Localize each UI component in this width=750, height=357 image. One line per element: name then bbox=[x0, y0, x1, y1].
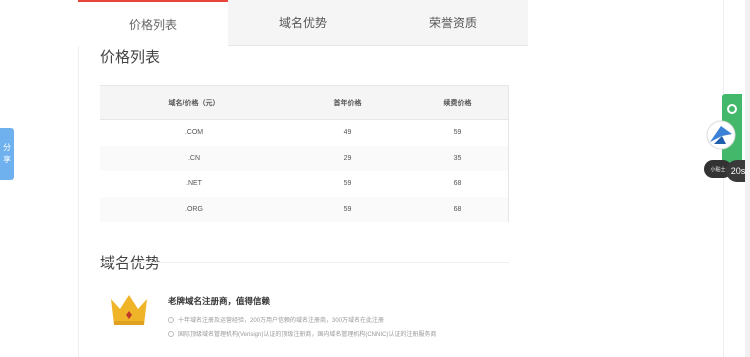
table-header-row: 域名/价格（元） 首年价格 续费价格 bbox=[100, 85, 509, 120]
share-label: 分 bbox=[3, 143, 11, 152]
bird-mascot-icon[interactable] bbox=[704, 120, 738, 150]
table-cell: 59 bbox=[288, 196, 407, 222]
table-row: .CN 29 35 bbox=[100, 145, 509, 171]
column-header: 续费价格 bbox=[407, 85, 509, 120]
table-cell: 59 bbox=[407, 119, 509, 146]
scrollbar[interactable] bbox=[745, 0, 750, 357]
bullet-icon bbox=[168, 317, 174, 324]
table-row: .COM 49 59 bbox=[100, 119, 509, 146]
advantage-heading: 老牌域名注册商，值得信赖 bbox=[168, 296, 271, 306]
table-cell: .CN bbox=[100, 145, 288, 171]
table-cell: 59 bbox=[343, 180, 352, 188]
table-cell: .ORG bbox=[100, 196, 288, 222]
crown-icon bbox=[111, 295, 147, 325]
price-table: 域名/价格（元） 首年价格 续费价格 .COM 49 59 .CN 29 35 … bbox=[100, 85, 509, 222]
advantage-point-text: 国际顶级域名管理机构(Verisign)认证的顶级注册商，国内域名管理机构(CN… bbox=[178, 332, 437, 338]
table-cell: .COM bbox=[184, 129, 204, 137]
column-header: 首年价格 bbox=[288, 85, 407, 120]
advantage-point: 国际顶级域名管理机构(Verisign)认证的顶级注册商，国内域名管理机构(CN… bbox=[168, 329, 436, 338]
share-button[interactable]: 分 享 bbox=[0, 128, 14, 180]
advantage-point: 十年域名注册及运营经验，200万用户信赖的域名注册商，300万域名在此注册 bbox=[168, 315, 384, 324]
section-divider bbox=[100, 262, 509, 263]
table-cell: 35 bbox=[407, 145, 509, 171]
advantage-point-text: 十年域名注册及运营经验，200万用户信赖的域名注册商，300万域名在此注册 bbox=[178, 318, 385, 324]
tab-price-list[interactable]: 价格列表 bbox=[78, 0, 228, 46]
column-header: 域名/价格（元） bbox=[100, 85, 288, 120]
headset-icon bbox=[727, 104, 737, 114]
bullet-icon bbox=[168, 331, 174, 338]
table-cell: 68 bbox=[407, 196, 509, 222]
tab-domain-advantages[interactable]: 域名优势 bbox=[228, 0, 378, 46]
table-row: .NET 59 68 bbox=[100, 171, 509, 197]
share-label: 享 bbox=[3, 155, 11, 164]
table-cell: 68 bbox=[407, 171, 509, 197]
table-cell: 49 bbox=[343, 129, 352, 137]
table-cell: 29 bbox=[288, 145, 407, 171]
price-section-title: 价格列表 bbox=[100, 49, 161, 66]
table-row: .ORG 59 68 bbox=[100, 196, 509, 222]
tab-honors[interactable]: 荣誉资质 bbox=[378, 0, 528, 46]
table-cell: .NET bbox=[186, 180, 202, 188]
tab-bar: 价格列表 域名优势 荣誉资质 bbox=[78, 0, 528, 46]
